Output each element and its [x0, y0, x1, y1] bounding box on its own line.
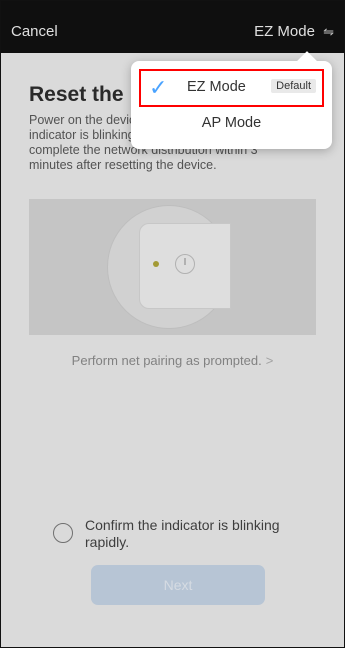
mode-dropdown: ✓ EZ Mode Default AP Mode	[131, 61, 332, 149]
ap-mode-option[interactable]: AP Mode	[131, 115, 332, 131]
ez-mode-option[interactable]: ✓ EZ Mode Default	[139, 69, 324, 107]
default-badge: Default	[271, 79, 316, 93]
app-frame: Cancel EZ Mode ⇋ Reset the Power on the …	[0, 0, 345, 648]
ez-mode-label: EZ Mode	[187, 79, 246, 95]
check-icon: ✓	[149, 75, 168, 100]
